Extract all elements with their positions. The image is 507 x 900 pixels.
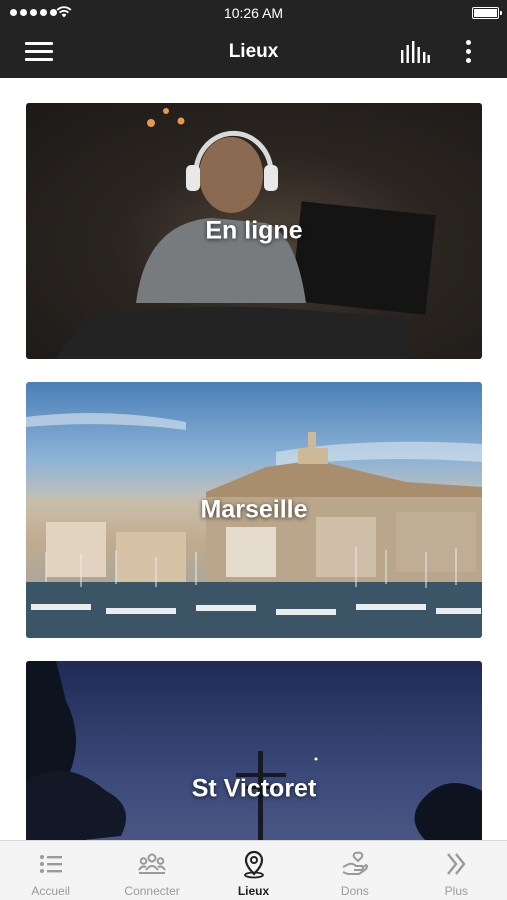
location-card-online[interactable]: En ligne	[26, 103, 482, 359]
signal-strength-icon	[10, 9, 57, 16]
location-pin-icon	[243, 850, 264, 879]
tab-label-connecter: Connecter	[124, 884, 180, 898]
tab-plus[interactable]: Plus	[406, 841, 507, 900]
donate-hand-icon	[342, 851, 368, 875]
audio-bars-icon[interactable]	[400, 41, 430, 63]
page-title: Lieux	[228, 41, 279, 62]
wifi-icon	[56, 6, 72, 18]
tab-label-lieux: Lieux	[237, 884, 270, 898]
status-time: 10:26 AM	[223, 5, 284, 21]
group-icon	[138, 853, 166, 874]
location-card-st-victoret[interactable]: St Victoret	[26, 661, 482, 840]
battery-icon	[472, 7, 502, 19]
list-icon	[39, 855, 62, 873]
double-chevron-right-icon	[447, 853, 466, 875]
location-card-marseille[interactable]: Marseille	[26, 382, 482, 638]
tab-label-dons: Dons	[340, 884, 369, 898]
tab-label-plus: Plus	[444, 884, 468, 898]
tab-accueil[interactable]: Accueil	[0, 841, 101, 900]
status-bar: 10:26 AM	[0, 0, 507, 26]
st-victoret-photo	[26, 661, 482, 840]
tab-label-accueil: Accueil	[31, 884, 71, 898]
card-label-st-victoret: St Victoret	[191, 774, 317, 803]
tab-lieux[interactable]: Lieux	[203, 841, 304, 900]
tab-connecter[interactable]: Connecter	[101, 841, 202, 900]
navigation-bar: Lieux	[0, 26, 507, 78]
card-label-online: En ligne	[205, 216, 303, 245]
locations-list: En ligne Marseille St Victoret	[0, 78, 507, 840]
more-options-button[interactable]	[463, 39, 473, 65]
card-label-marseille: Marseille	[200, 495, 308, 524]
tab-dons[interactable]: Dons	[304, 841, 405, 900]
tab-bar: Accueil Connecter Lieux Dons Plus	[0, 840, 507, 900]
